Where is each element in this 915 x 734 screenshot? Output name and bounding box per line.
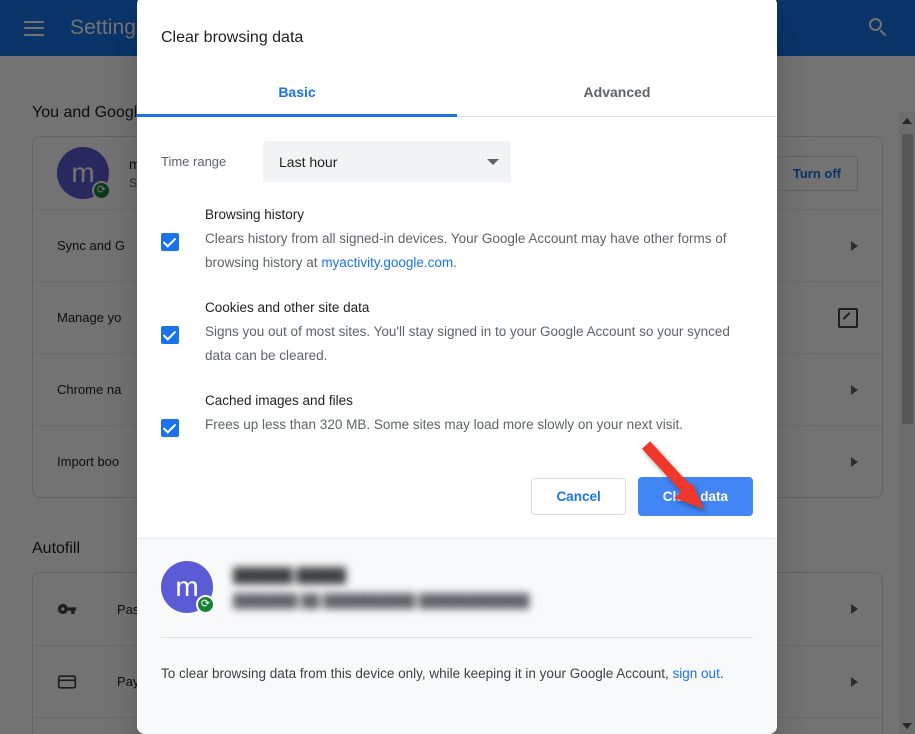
option-description-tail: . [453,255,457,270]
option-description-text: Clears history from all signed-in device… [205,231,727,270]
checkbox-cookies-and-site-data[interactable] [161,326,179,344]
cancel-button[interactable]: Cancel [531,478,626,515]
footer-note: To clear browsing data from this device … [161,638,753,686]
sign-out-link[interactable]: sign out [673,666,720,681]
footer-account-email: ███████ ██ ██████████ ████████████ [233,592,530,608]
avatar-letter: m [175,571,199,602]
option-browsing-history: Browsing history Clears history from all… [161,204,753,275]
dialog-footer: m ⟳ ██████ █████ ███████ ██ ██████████ █… [137,538,777,734]
time-range-select[interactable]: Last hour [263,141,511,182]
option-title: Cookies and other site data [205,300,370,315]
option-cached-images-and-files: Cached images and files Frees up less th… [161,390,753,437]
time-range-row: Time range Last hour [161,141,753,182]
footer-account-name: ██████ █████ [233,566,346,583]
chevron-down-icon [487,158,499,165]
footer-note-text: To clear browsing data from this device … [161,666,673,681]
option-cookies-and-site-data: Cookies and other site data Signs you ou… [161,297,753,368]
dialog-actions: Cancel Clear data [137,437,777,538]
tab-basic[interactable]: Basic [137,68,457,117]
footer-account-row: m ⟳ ██████ █████ ███████ ██ ██████████ █… [161,539,753,638]
avatar: m ⟳ [161,561,215,614]
clear-browsing-data-dialog: Clear browsing data Basic Advanced Time … [137,0,777,734]
option-description: Clears history from all signed-in device… [205,227,753,275]
dialog-body: Time range Last hour Browsing history Cl… [137,117,777,437]
checkbox-browsing-history[interactable] [161,233,179,251]
time-range-label: Time range [161,154,227,169]
time-range-selected-value: Last hour [279,153,338,170]
checkbox-cached-images-and-files[interactable] [161,419,179,437]
myactivity-link[interactable]: myactivity.google.com [321,255,453,270]
option-title: Browsing history [205,207,305,222]
tab-advanced[interactable]: Advanced [457,68,777,116]
option-description: Frees up less than 320 MB. Some sites ma… [205,417,683,432]
dialog-tabs: Basic Advanced [137,68,777,117]
option-description: Signs you out of most sites. You'll stay… [205,324,730,363]
clear-data-button[interactable]: Clear data [637,477,753,516]
dialog-title: Clear browsing data [161,29,304,46]
footer-note-tail: . [719,666,724,681]
sync-icon: ⟳ [196,595,215,614]
option-title: Cached images and files [205,393,353,408]
